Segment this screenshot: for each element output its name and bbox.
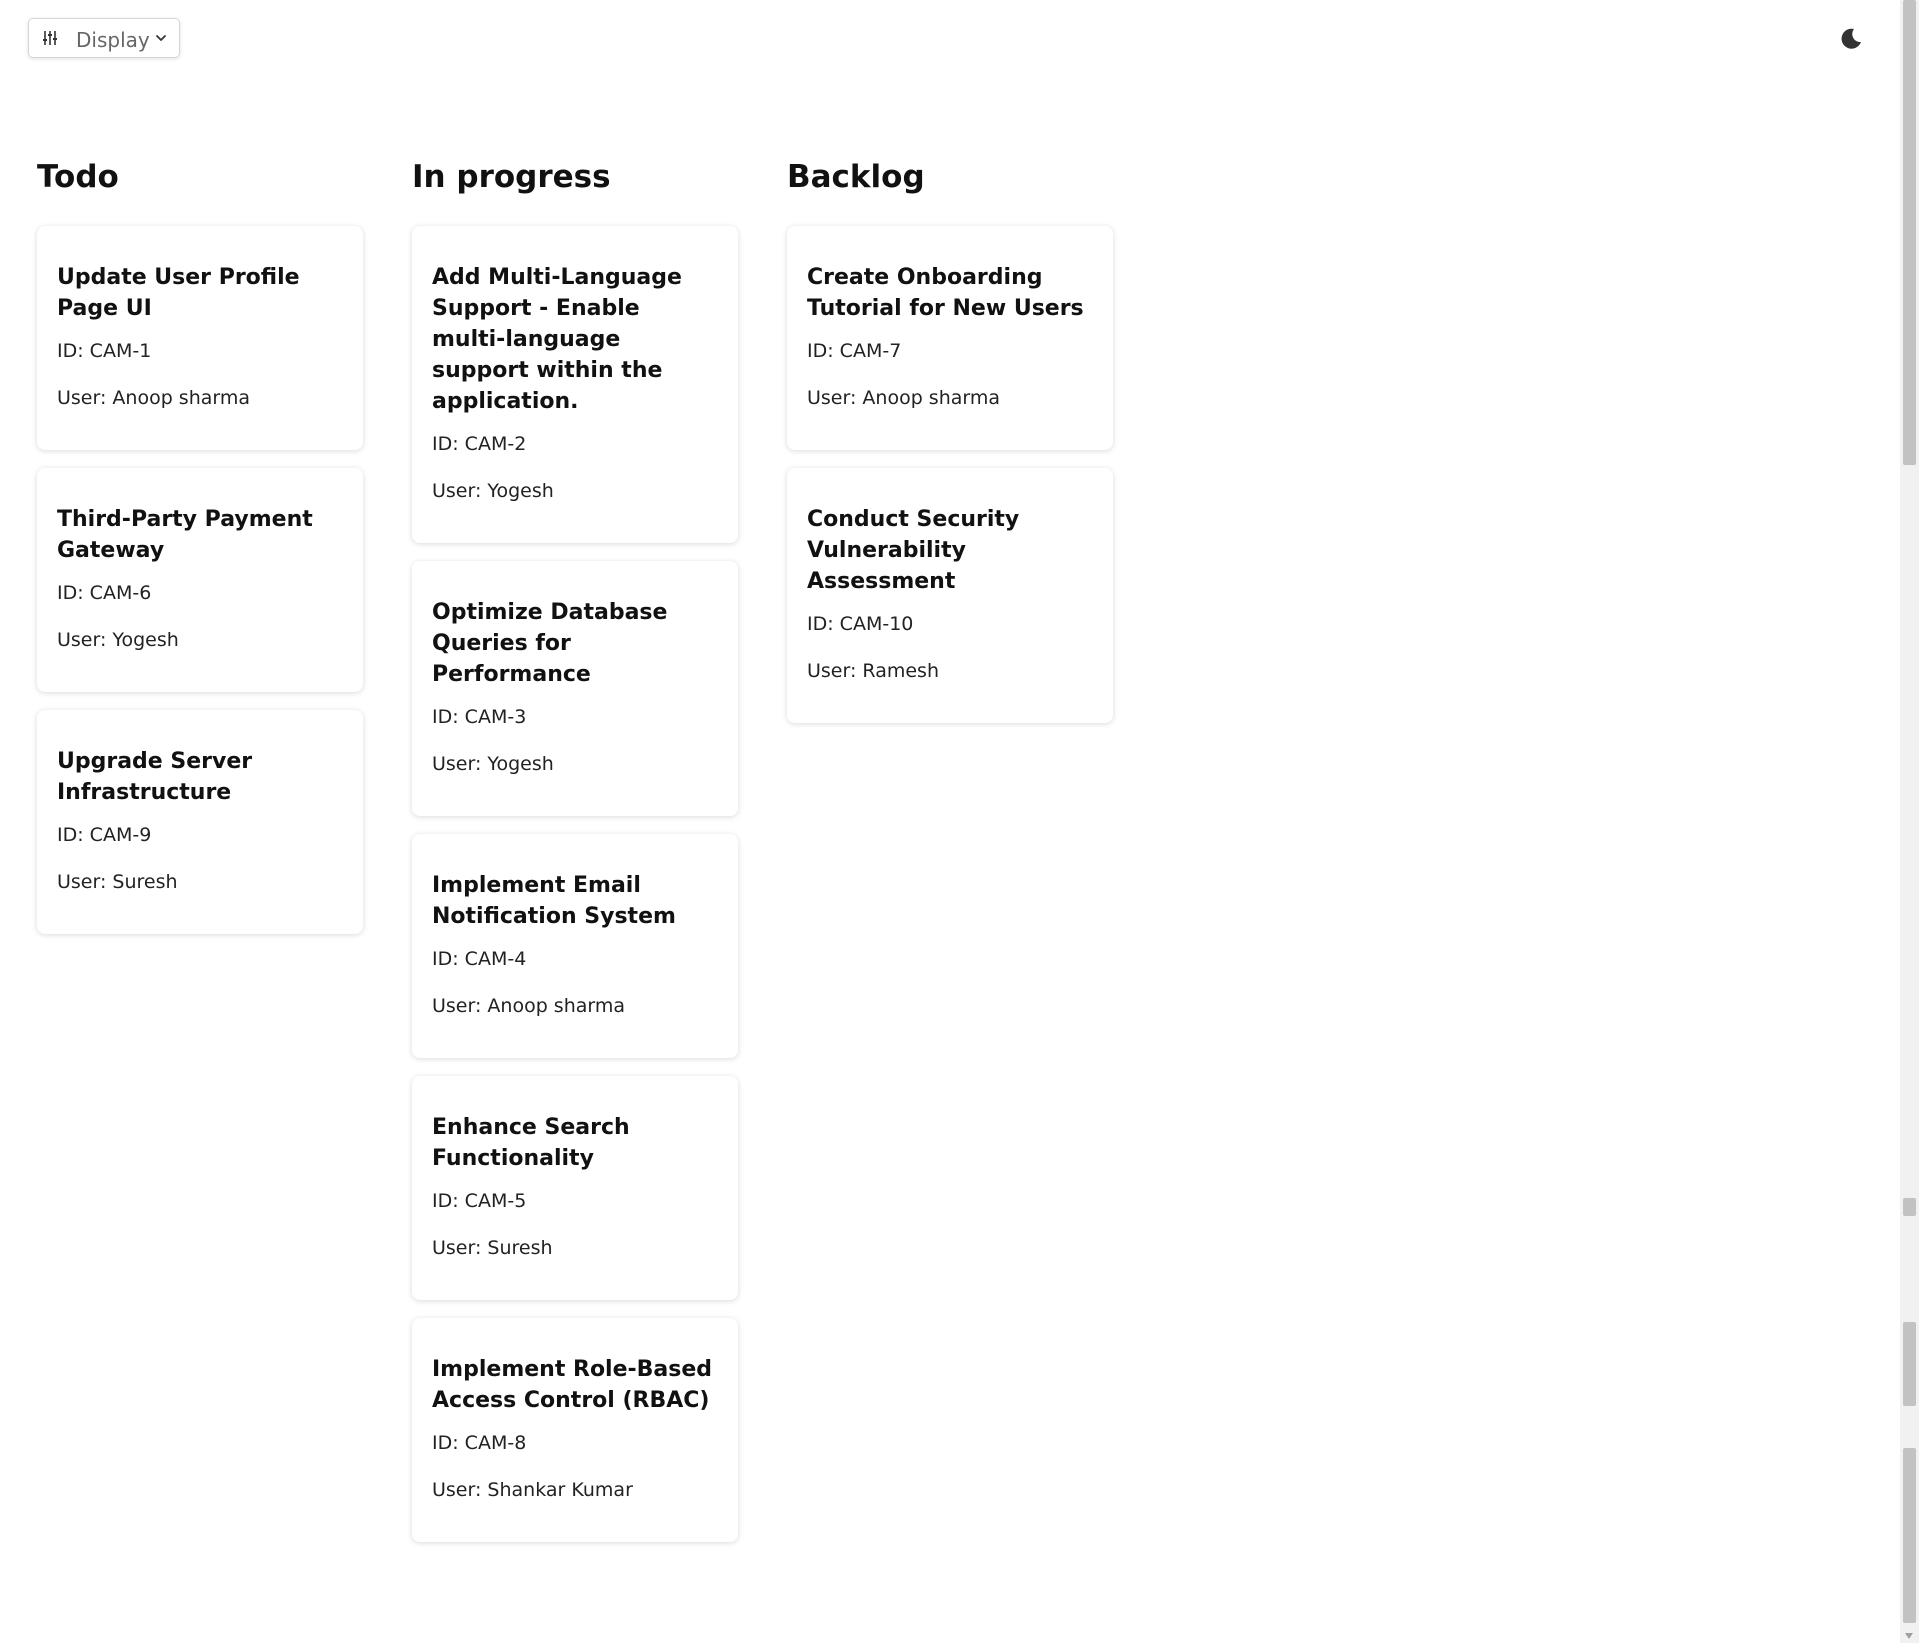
task-card[interactable]: Conduct Security Vulnerability Assessmen… (787, 468, 1113, 723)
scrollbar-thumb[interactable] (1903, 0, 1916, 465)
task-card[interactable]: Add Multi-Language Support - Enable mult… (412, 226, 738, 543)
task-card[interactable]: Optimize Database Queries for Performanc… (412, 561, 738, 816)
task-id: ID: CAM-5 (432, 1190, 527, 1212)
task-user: User: Ramesh (807, 660, 939, 682)
task-card[interactable]: Third-Party Payment Gateway ID: CAM-6 Us… (37, 468, 363, 692)
card-list: Update User Profile Page UI ID: CAM-1 Us… (37, 226, 363, 934)
display-label: Display (76, 28, 150, 52)
task-title: Conduct Security Vulnerability Assessmen… (807, 507, 1020, 594)
task-card[interactable]: Enhance Search Functionality ID: CAM-5 U… (412, 1076, 738, 1300)
task-title: Enhance Search Functionality (432, 1115, 630, 1171)
task-card[interactable]: Upgrade Server Infrastructure ID: CAM-9 … (37, 710, 363, 934)
task-user: User: Shankar Kumar (432, 1479, 633, 1501)
column-todo: Todo Update User Profile Page UI ID: CAM… (37, 150, 363, 934)
vertical-scrollbar[interactable] (1900, 0, 1919, 1643)
display-dropdown-button[interactable]: Display (28, 18, 180, 58)
card-list: Create Onboarding Tutorial for New Users… (787, 226, 1113, 723)
sliders-icon (43, 31, 57, 45)
task-title: Upgrade Server Infrastructure (57, 749, 253, 805)
column-in-progress: In progress Add Multi-Language Support -… (412, 150, 738, 1542)
task-title: Optimize Database Queries for Performanc… (432, 600, 668, 687)
task-user: User: Anoop sharma (57, 387, 251, 409)
task-id: ID: CAM-10 (807, 613, 914, 635)
task-user: User: Suresh (57, 871, 178, 893)
task-user: User: Suresh (432, 1237, 553, 1259)
task-user: User: Yogesh (432, 753, 554, 775)
chevron-down-icon (156, 35, 166, 41)
scrollbar-marker (1903, 1448, 1916, 1623)
scroll-down-arrow-icon[interactable] (1905, 1633, 1913, 1639)
task-id: ID: CAM-2 (432, 433, 527, 455)
task-card[interactable]: Update User Profile Page UI ID: CAM-1 Us… (37, 226, 363, 450)
task-id: ID: CAM-8 (432, 1432, 527, 1454)
moon-icon[interactable] (1837, 24, 1865, 52)
task-id: ID: CAM-6 (57, 582, 152, 604)
task-id: ID: CAM-7 (807, 340, 902, 362)
task-title: Implement Role-Based Access Control (RBA… (432, 1357, 713, 1413)
card-list: Add Multi-Language Support - Enable mult… (412, 226, 738, 1542)
task-title: Add Multi-Language Support - Enable mult… (432, 265, 682, 414)
task-title: Update User Profile Page UI (57, 265, 300, 321)
task-id: ID: CAM-4 (432, 948, 527, 970)
task-user: User: Yogesh (57, 629, 179, 651)
task-title: Implement Email Notification System (432, 873, 676, 929)
task-id: ID: CAM-3 (432, 706, 527, 728)
task-id: ID: CAM-1 (57, 340, 152, 362)
task-title: Third-Party Payment Gateway (57, 507, 313, 563)
task-user: User: Anoop sharma (807, 387, 1001, 409)
column-title: Todo (37, 159, 119, 195)
task-user: User: Yogesh (432, 480, 554, 502)
column-title: In progress (412, 159, 611, 195)
task-card[interactable]: Implement Role-Based Access Control (RBA… (412, 1318, 738, 1542)
scrollbar-marker (1903, 1198, 1916, 1216)
task-card[interactable]: Create Onboarding Tutorial for New Users… (787, 226, 1113, 450)
task-card[interactable]: Implement Email Notification System ID: … (412, 834, 738, 1058)
task-id: ID: CAM-9 (57, 824, 152, 846)
top-bar: Display (0, 0, 1900, 80)
column-backlog: Backlog Create Onboarding Tutorial for N… (787, 150, 1113, 723)
task-title: Create Onboarding Tutorial for New Users (807, 265, 1084, 321)
scrollbar-marker (1903, 1322, 1916, 1406)
task-user: User: Anoop sharma (432, 995, 626, 1017)
column-title: Backlog (787, 159, 925, 195)
